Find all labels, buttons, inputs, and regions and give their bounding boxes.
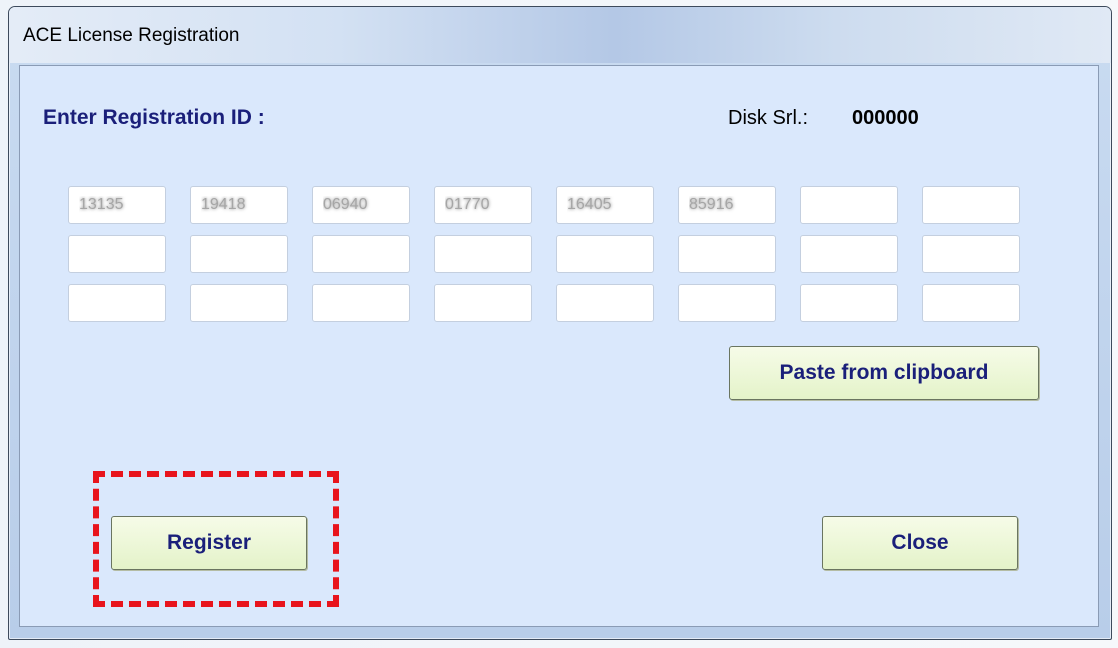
registration-id-field-r2-c4[interactable]: [434, 235, 532, 273]
registration-id-field-r2-c8[interactable]: [922, 235, 1020, 273]
registration-id-field-r2-c2[interactable]: [190, 235, 288, 273]
registration-id-field-r3-c3[interactable]: [312, 284, 410, 322]
dialog-content: Enter Registration ID : Disk Srl.: 00000…: [19, 65, 1099, 627]
registration-id-field-r3-c2[interactable]: [190, 284, 288, 322]
registration-id-field-r3-c4[interactable]: [434, 284, 532, 322]
registration-id-field-r2-c6[interactable]: [678, 235, 776, 273]
registration-id-field-r1-c2[interactable]: [190, 186, 288, 224]
disk-serial-value: 000000: [852, 107, 919, 129]
registration-id-field-r2-c5[interactable]: [556, 235, 654, 273]
window-title: ACE License Registration: [23, 25, 240, 46]
registration-id-field-r2-c7[interactable]: [800, 235, 898, 273]
registration-id-field-r1-c1[interactable]: [68, 186, 166, 224]
registration-id-field-r1-c5[interactable]: [556, 186, 654, 224]
registration-id-field-r2-c3[interactable]: [312, 235, 410, 273]
title-bar[interactable]: ACE License Registration: [9, 7, 1111, 63]
screen: ACE License Registration Enter Registrat…: [0, 0, 1118, 648]
paste-from-clipboard-button[interactable]: Paste from clipboard: [729, 346, 1039, 400]
registration-id-field-r1-c6[interactable]: [678, 186, 776, 224]
close-button[interactable]: Close: [822, 516, 1018, 570]
registration-id-field-r3-c6[interactable]: [678, 284, 776, 322]
registration-id-field-r2-c1[interactable]: [68, 235, 166, 273]
registration-id-field-r3-c1[interactable]: [68, 284, 166, 322]
registration-id-heading: Enter Registration ID :: [43, 106, 265, 129]
registration-id-field-r1-c4[interactable]: [434, 186, 532, 224]
registration-id-field-r3-c8[interactable]: [922, 284, 1020, 322]
registration-id-field-r3-c5[interactable]: [556, 284, 654, 322]
registration-id-field-r3-c7[interactable]: [800, 284, 898, 322]
disk-serial-label: Disk Srl.:: [728, 107, 808, 129]
registration-id-field-r1-c8[interactable]: [922, 186, 1020, 224]
dialog-window: ACE License Registration Enter Registrat…: [8, 6, 1112, 640]
registration-id-field-r1-c7[interactable]: [800, 186, 898, 224]
registration-id-field-r1-c3[interactable]: [312, 186, 410, 224]
register-button[interactable]: Register: [111, 516, 307, 570]
